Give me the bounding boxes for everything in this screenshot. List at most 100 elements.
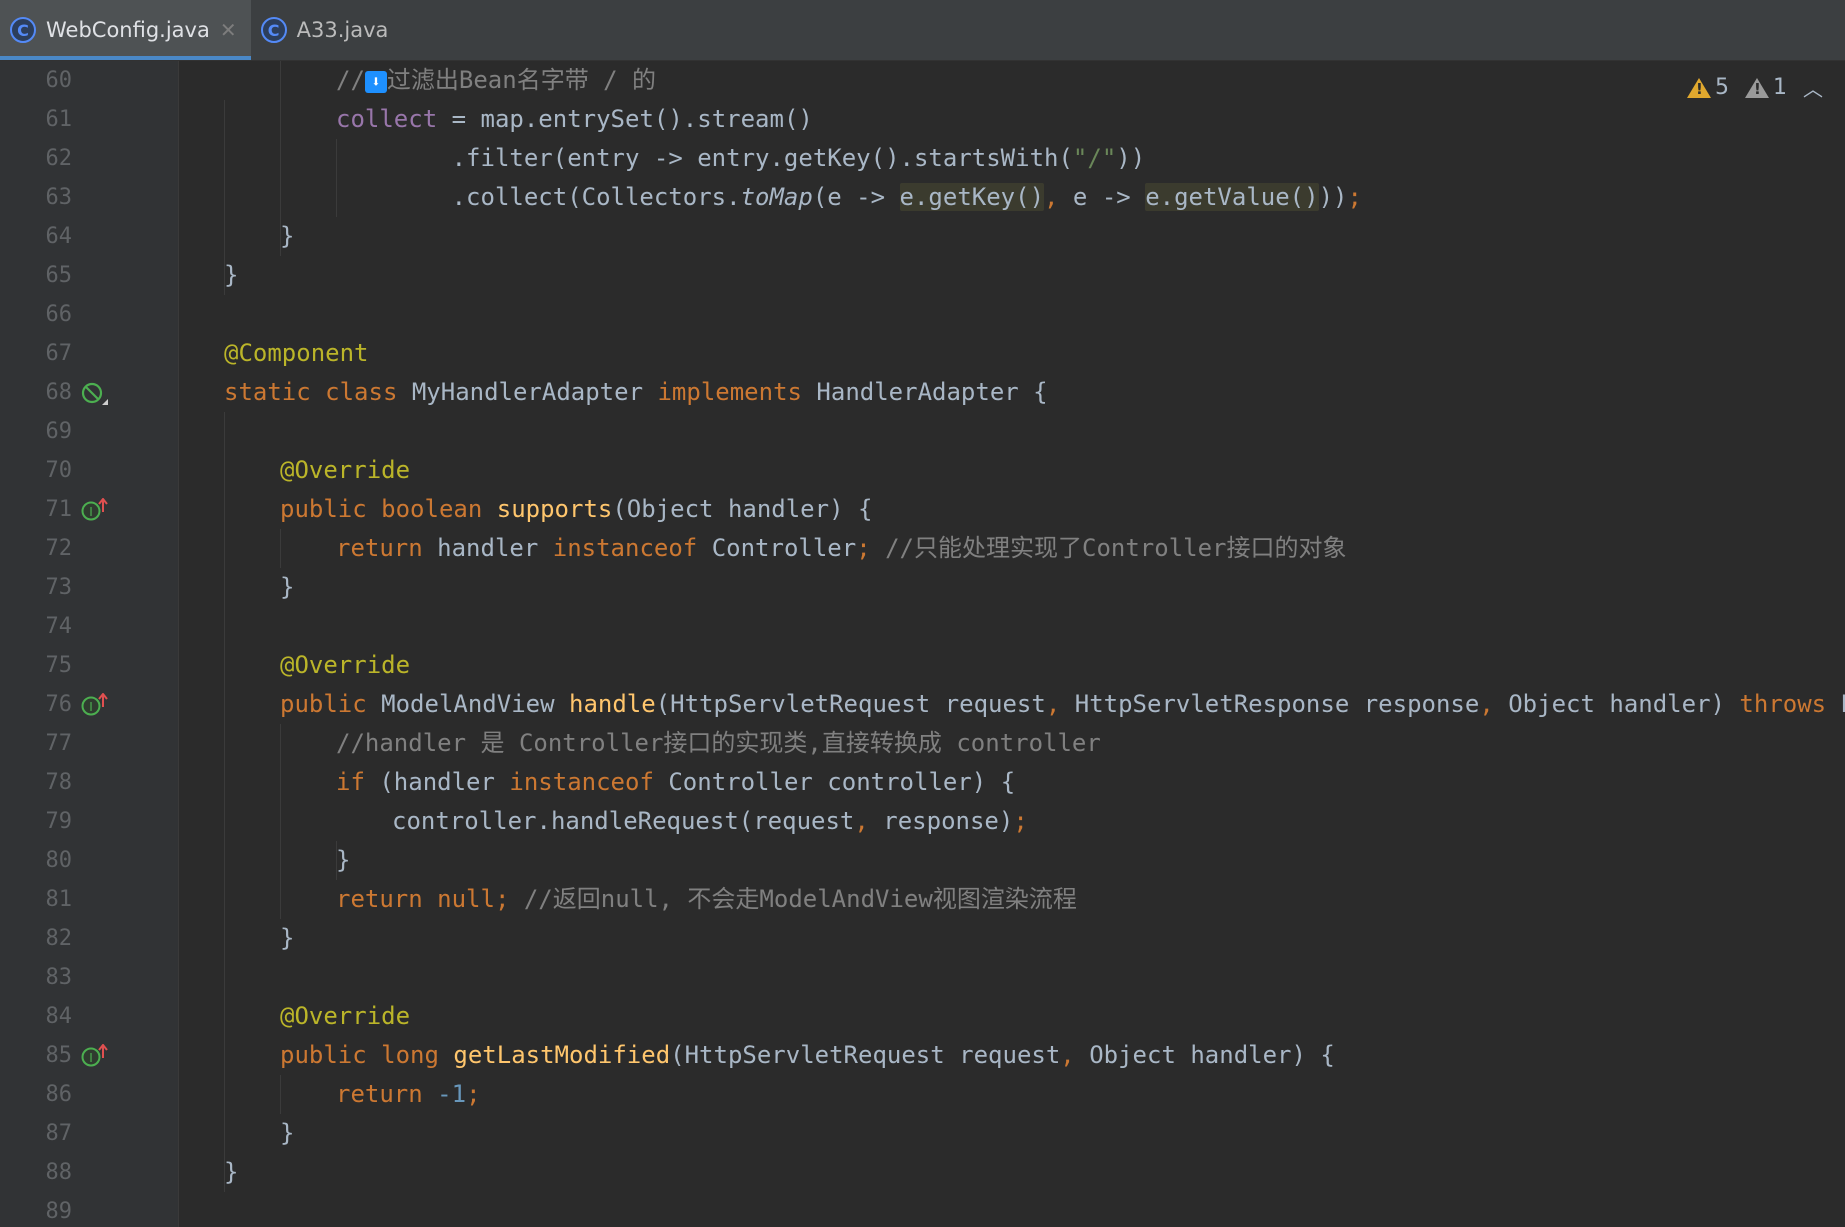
code-line[interactable]: 72 return handler instanceof Controller; …: [0, 529, 1845, 568]
code-line[interactable]: 80}: [0, 841, 1845, 880]
line-number: 81: [45, 887, 73, 912]
code-line[interactable]: 60 //⬇ 过滤出Bean名字带 / 的: [0, 61, 1845, 100]
code-line[interactable]: 88}: [0, 1153, 1845, 1192]
code-line[interactable]: 62 .filter(entry -> entry.getKey().start…: [0, 139, 1845, 178]
line-number: 74: [45, 614, 73, 639]
implements-method-icon[interactable]: I: [80, 693, 110, 717]
code-text: }: [280, 222, 295, 250]
weak-warnings-indicator[interactable]: 1: [1745, 75, 1787, 100]
weak-warnings-count: 1: [1773, 75, 1787, 100]
line-number: 84: [45, 1004, 73, 1029]
svg-text:I: I: [89, 1051, 93, 1065]
code-line[interactable]: 89: [0, 1192, 1845, 1227]
code-line[interactable]: 71 Ipublic boolean supports(Object handle…: [0, 490, 1845, 529]
indent-guide: [280, 61, 281, 256]
code-line[interactable]: 75 @Override: [0, 646, 1845, 685]
code-text: }: [224, 1158, 239, 1186]
code-line[interactable]: 77 //handler 是 Controller接口的实现类,直接转换成 con…: [0, 724, 1845, 763]
code-text: }: [336, 846, 351, 874]
weak-warning-icon: [1745, 77, 1769, 98]
code-line[interactable]: 61 collect = map.entrySet().stream(): [0, 100, 1845, 139]
line-number: 85: [45, 1043, 73, 1068]
line-number: 71: [45, 497, 73, 522]
line-number: 61: [45, 107, 73, 132]
warning-icon: [1687, 77, 1711, 98]
line-number: 75: [45, 653, 73, 678]
line-number: 69: [45, 419, 73, 444]
code-text: @Override: [280, 1002, 411, 1030]
tab-webconfig[interactable]: C WebConfig.java ✕: [0, 0, 251, 60]
indent-guide: [280, 724, 281, 919]
code-text: .filter(entry -> entry.getKey().startsWi…: [336, 144, 1146, 172]
code-line[interactable]: 78 if (handler instanceof Controller cont…: [0, 763, 1845, 802]
class-icon: C: [260, 17, 287, 43]
code-line[interactable]: 66: [0, 295, 1845, 334]
implements-method-icon[interactable]: I: [80, 1044, 110, 1068]
line-number: 62: [45, 146, 73, 171]
code-text: return handler instanceof Controller; //…: [336, 534, 1347, 562]
warnings-indicator[interactable]: 5: [1687, 75, 1729, 100]
code-line[interactable]: 85 Ipublic long getLastModified(HttpServl…: [0, 1036, 1845, 1075]
code-line[interactable]: 87}: [0, 1114, 1845, 1153]
code-line[interactable]: 81 return null; //返回null, 不会走ModelAndView…: [0, 880, 1845, 919]
code-line[interactable]: 76 Ipublic ModelAndView handle(HttpServle…: [0, 685, 1845, 724]
line-number: 77: [45, 731, 73, 756]
code-line[interactable]: 84 @Override: [0, 997, 1845, 1036]
code-line[interactable]: 65}: [0, 256, 1845, 295]
line-number: 66: [45, 302, 73, 327]
line-number: 88: [45, 1160, 73, 1185]
tab-a33[interactable]: C A33.java: [251, 0, 403, 60]
tab-label: WebConfig.java: [46, 18, 210, 42]
code-line[interactable]: 73}: [0, 568, 1845, 607]
inspections-widget[interactable]: 5 1 ︿: [1687, 73, 1823, 102]
svg-text:I: I: [89, 505, 93, 519]
code-text: return -1;: [336, 1080, 481, 1108]
code-text: if (handler instanceof Controller contro…: [336, 768, 1016, 796]
line-number: 68: [45, 380, 73, 405]
indent-guide: [336, 841, 337, 880]
code-line[interactable]: 69: [0, 412, 1845, 451]
tab-label: A33.java: [296, 18, 389, 42]
code-line[interactable]: 63 .collect(Collectors.toMap(e -> e.getK…: [0, 178, 1845, 217]
code-line[interactable]: 67 @Component: [0, 334, 1845, 373]
code-text: public long getLastModified(HttpServletR…: [280, 1041, 1335, 1069]
line-number: 78: [45, 770, 73, 795]
code-text: }: [280, 1119, 295, 1147]
line-number: 70: [45, 458, 73, 483]
line-number: 79: [45, 809, 73, 834]
implements-method-icon[interactable]: I: [80, 498, 110, 522]
indent-guide: [336, 139, 337, 217]
code-line[interactable]: 83: [0, 958, 1845, 997]
class-icon: C: [10, 17, 36, 43]
code-text: }: [280, 924, 295, 952]
line-number: 87: [45, 1121, 73, 1146]
close-icon[interactable]: ✕: [220, 18, 237, 42]
code-text: //⬇ 过滤出Bean名字带 / 的: [336, 66, 657, 94]
code-line[interactable]: 70 @Override: [0, 451, 1845, 490]
code-text: @Component: [224, 339, 369, 367]
code-text: public ModelAndView handle(HttpServletRe…: [280, 690, 1845, 718]
warnings-count: 5: [1715, 75, 1729, 100]
line-number: 83: [45, 965, 73, 990]
code-line[interactable]: 74: [0, 607, 1845, 646]
code-text: //handler 是 Controller接口的实现类,直接转换成 contr…: [336, 729, 1101, 757]
spring-bean-icon[interactable]: [80, 381, 110, 405]
code-text: .collect(Collectors.toMap(e -> e.getKey(…: [336, 183, 1362, 211]
line-number: 67: [45, 341, 73, 366]
code-line[interactable]: 86 return -1;: [0, 1075, 1845, 1114]
code-line[interactable]: 82}: [0, 919, 1845, 958]
code-text: collect = map.entrySet().stream(): [336, 105, 813, 133]
code-text: controller.handleRequest(request, respon…: [392, 807, 1028, 835]
line-number: 63: [45, 185, 73, 210]
code-line[interactable]: 64}: [0, 217, 1845, 256]
chevron-up-icon[interactable]: ︿: [1803, 73, 1823, 102]
line-number: 72: [45, 536, 73, 561]
code-line[interactable]: 79 controller.handleRequest(request, resp…: [0, 802, 1845, 841]
code-text: static class MyHandlerAdapter implements…: [224, 378, 1048, 406]
line-number: 86: [45, 1082, 73, 1107]
code-text: return null; //返回null, 不会走ModelAndView视图…: [336, 885, 1077, 913]
code-line[interactable]: 68 static class MyHandlerAdapter implemen…: [0, 373, 1845, 412]
code-editor[interactable]: 60 //⬇ 过滤出Bean名字带 / 的 61 collect = map.entry…: [0, 61, 1845, 1227]
line-number: 64: [45, 224, 73, 249]
line-number: 89: [45, 1199, 73, 1224]
